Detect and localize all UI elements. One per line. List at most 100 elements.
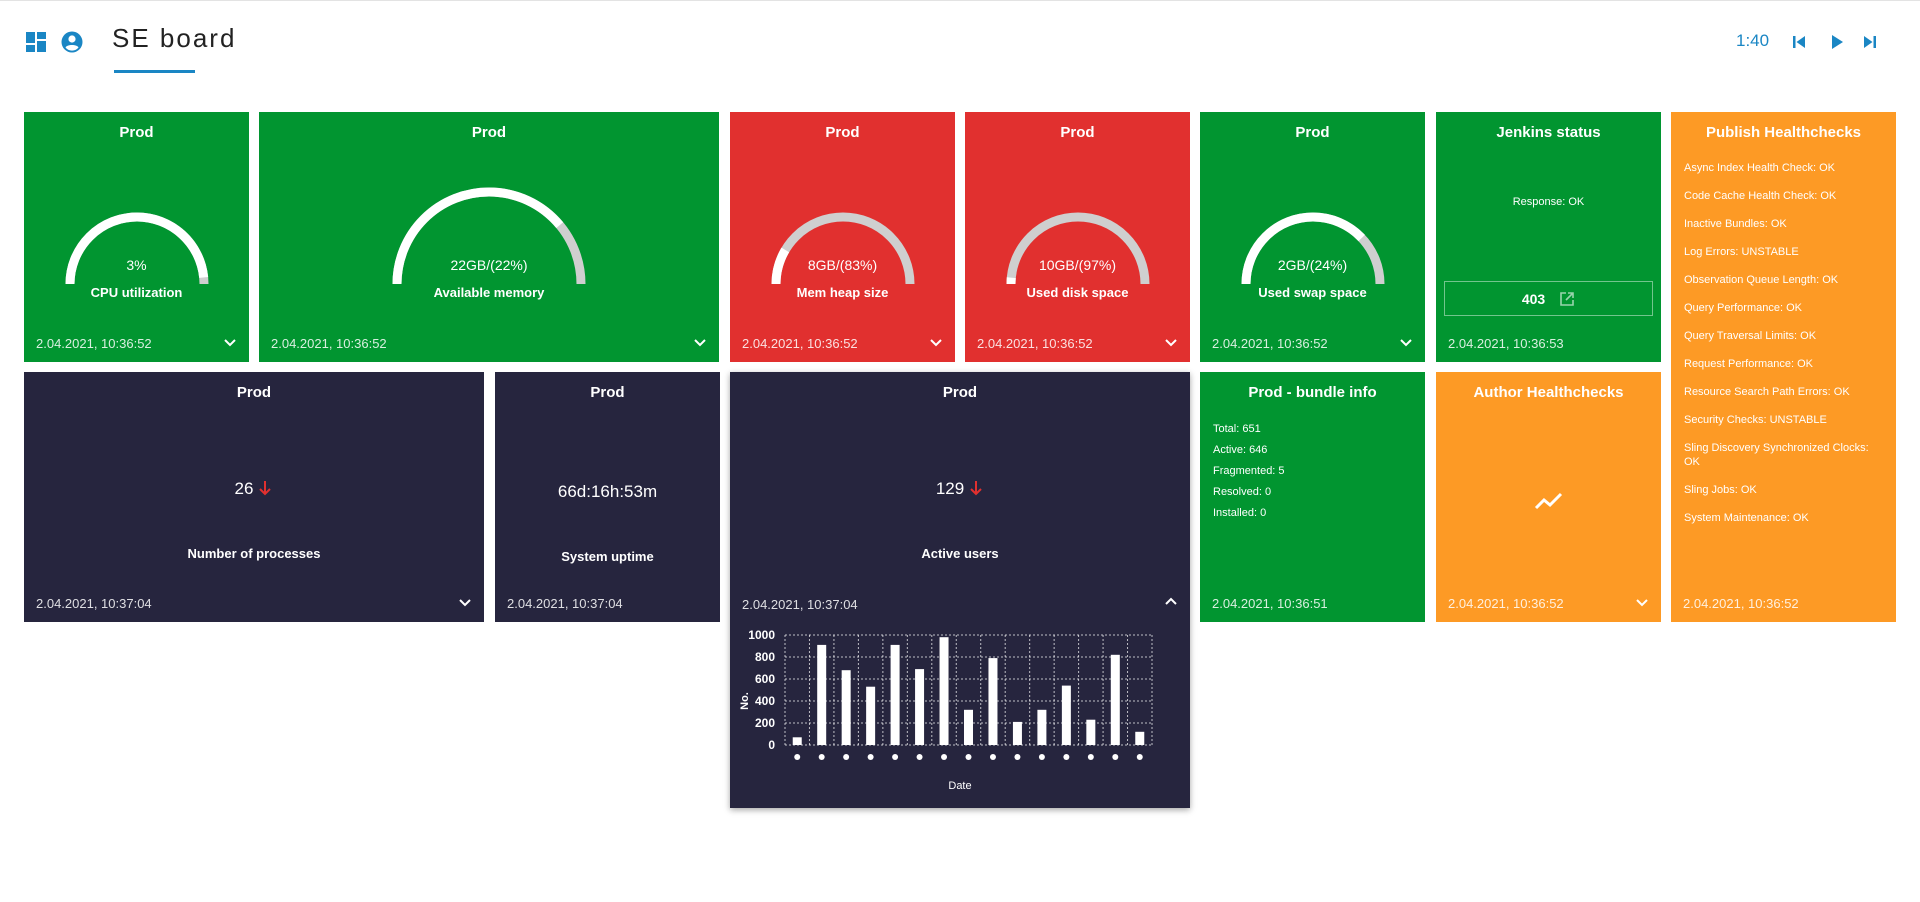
- chart-x-tick-dot: [867, 754, 874, 760]
- swap-value: 2GB/(24%): [1277, 257, 1348, 273]
- available-memory-tile[interactable]: Prod 22GB/(22%) Available memory 2.04.20…: [259, 112, 719, 362]
- chart-x-tick-dot: [965, 754, 972, 760]
- active-users-chart: 0 200 400 600 800 1000 Date No.: [739, 628, 1153, 792]
- cpu-value: 3%: [126, 257, 147, 273]
- timestamp: 2.04.2021, 10:37:04: [742, 597, 858, 612]
- healthcheck-item: Inactive Bundles: OK: [1684, 218, 1787, 230]
- tile-title: Prod: [471, 124, 507, 141]
- cpu-gauge: [65, 212, 208, 285]
- tile-title: Prod: [825, 124, 860, 141]
- healthcheck-item: Query Traversal Limits: OK: [1684, 330, 1817, 342]
- chart-y-tick-label: 600: [755, 672, 775, 686]
- processes-value-row: 26: [24, 479, 484, 499]
- tile-title: Jenkins status: [1496, 124, 1601, 141]
- processes-tile[interactable]: Prod 26 Number of processes 2.04.2021, 1…: [24, 372, 484, 622]
- chevron-down-icon[interactable]: [1164, 338, 1178, 348]
- chevron-down-icon[interactable]: [458, 598, 472, 608]
- tile-title: Prod: [590, 384, 625, 401]
- timestamp: 2.04.2021, 10:36:52: [1212, 336, 1328, 351]
- chevron-up-icon[interactable]: [1164, 596, 1178, 606]
- cpu-utilization-tile[interactable]: Prod 3% CPU utilization 2.04.2021, 10:36…: [24, 112, 249, 362]
- tile-title: Prod: [119, 124, 154, 141]
- healthcheck-item: Observation Queue Length: OK: [1684, 274, 1839, 286]
- chart-bar: [817, 644, 827, 745]
- bundle-stats-list: Total: 651 Active: 646 Fragmented: 5 Resolv…: [1213, 422, 1285, 527]
- title-underline: [114, 70, 195, 73]
- cpu-label: CPU utilization: [90, 285, 183, 300]
- uptime-value: 66d:16h:53m: [557, 482, 658, 501]
- chart-bar: [1110, 654, 1120, 745]
- publish-healthchecks-tile[interactable]: Publish Healthchecks Async Index Health …: [1671, 112, 1896, 622]
- healthcheck-item: System Maintenance: OK: [1684, 512, 1809, 524]
- chevron-down-icon[interactable]: [1635, 598, 1649, 608]
- chart-y-axis-label: No.: [739, 692, 751, 710]
- disk-value: 10GB/(97%): [1038, 257, 1117, 273]
- bundle-stat-item: Installed: 0: [1213, 507, 1267, 519]
- chevron-down-icon[interactable]: [929, 338, 943, 348]
- chart-x-tick-dot: [989, 754, 996, 760]
- chart-x-tick-dot: [916, 754, 923, 760]
- chart-bar: [841, 670, 851, 745]
- timestamp: 2.04.2021, 10:36:52: [1448, 596, 1564, 611]
- chart-y-tick-label: 1000: [748, 628, 775, 642]
- tile-title: Author Healthchecks: [1473, 384, 1624, 401]
- chart-bar: [792, 737, 802, 745]
- tile-title: Publish Healthchecks: [1705, 124, 1862, 141]
- timestamp: 2.04.2021, 10:37:04: [36, 596, 152, 611]
- healthcheck-item: Security Checks: UNSTABLE: [1684, 414, 1827, 426]
- timestamp: 2.04.2021, 10:36:52: [271, 336, 387, 351]
- tile-title: Prod: [1295, 124, 1330, 141]
- tile-title: Prod - bundle info: [1248, 384, 1377, 401]
- disk-gauge: [1006, 212, 1149, 285]
- bundle-info-tile[interactable]: Prod - bundle info Total: 651 Active: 646…: [1200, 372, 1425, 622]
- chart-x-axis-label: Date: [948, 780, 971, 792]
- chart-y-tick-label: 0: [768, 738, 775, 752]
- timestamp: 2.04.2021, 10:36:52: [36, 336, 152, 351]
- jenkins-link-button[interactable]: 403: [1444, 281, 1653, 316]
- used-swap-tile[interactable]: Prod 2GB/(24%) Used swap space 2.04.2021…: [1200, 112, 1425, 362]
- heap-gauge: [771, 212, 914, 285]
- chevron-down-icon[interactable]: [1399, 338, 1413, 348]
- processes-value: 26: [234, 479, 254, 498]
- healthcheck-item: Async Index Health Check: OK: [1684, 162, 1836, 174]
- timestamp: 2.04.2021, 10:37:04: [507, 596, 623, 611]
- board-title[interactable]: SE board: [112, 23, 236, 54]
- swap-label: Used swap space: [1258, 285, 1367, 300]
- healthcheck-item: Sling Jobs: OK: [1684, 484, 1757, 496]
- chevron-down-icon[interactable]: [223, 338, 237, 348]
- chart-bar: [988, 658, 998, 745]
- arrow-down-icon: [970, 481, 982, 496]
- users-value-row: 129: [730, 479, 1190, 499]
- tile-title: Prod: [942, 384, 978, 401]
- active-users-tile[interactable]: Prod 129 Active users 2.04.2021, 10:37:0…: [730, 372, 1190, 808]
- chevron-down-icon[interactable]: [693, 338, 707, 348]
- healthcheck-item: Code Cache Health Check: OK: [1684, 190, 1837, 202]
- users-value: 129: [935, 479, 965, 498]
- chart-x-tick-dot: [892, 754, 899, 760]
- play-icon[interactable]: [1828, 33, 1846, 51]
- healthcheck-item: Resource Search Path Errors: OK: [1684, 386, 1850, 398]
- dashboard-icon[interactable]: [26, 32, 46, 52]
- chart-bar: [890, 644, 900, 745]
- skip-next-icon[interactable]: [1861, 33, 1879, 51]
- chart-bar: [939, 637, 949, 745]
- mem-heap-tile[interactable]: Prod 8GB/(83%) Mem heap size 2.04.2021, …: [730, 112, 955, 362]
- used-disk-tile[interactable]: Prod 10GB/(97%) Used disk space 2.04.202…: [965, 112, 1190, 362]
- chart-x-tick-dot: [1038, 754, 1045, 760]
- chart-bar: [1086, 719, 1096, 745]
- tile-title: Prod: [1060, 124, 1095, 141]
- chart-y-tick-label: 400: [755, 694, 775, 708]
- chart-bar: [1061, 685, 1071, 745]
- timestamp: 2.04.2021, 10:36:52: [742, 336, 858, 351]
- disk-label: Used disk space: [1026, 285, 1129, 300]
- author-healthchecks-tile[interactable]: Author Healthchecks 2.04.2021, 10:36:52: [1436, 372, 1661, 622]
- account-circle-icon[interactable]: [61, 31, 83, 53]
- arrow-down-icon: [259, 481, 272, 496]
- jenkins-status-tile[interactable]: Jenkins status Response: OK 403 2.04.202…: [1436, 112, 1661, 362]
- uptime-tile[interactable]: Prod 66d:16h:53m System uptime 2.04.2021…: [495, 372, 720, 622]
- bundle-stat-item: Active: 646: [1213, 444, 1268, 456]
- skip-previous-icon[interactable]: [1790, 33, 1808, 51]
- chart-x-tick-dot: [1087, 754, 1094, 760]
- chart-bar: [1012, 721, 1022, 745]
- chart-y-tick-label: 800: [755, 650, 775, 664]
